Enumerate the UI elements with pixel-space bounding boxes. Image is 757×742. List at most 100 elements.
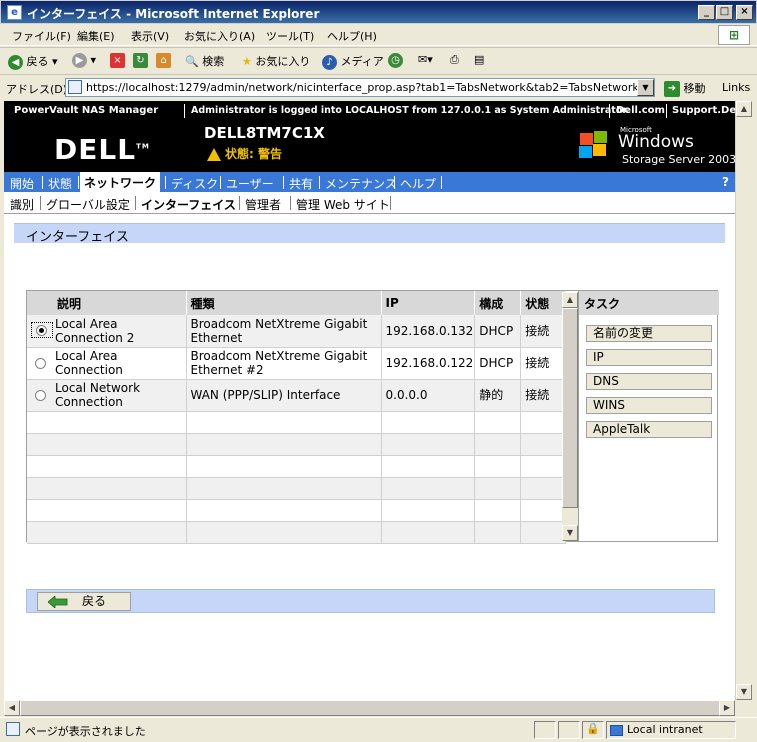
- home-button[interactable]: ⌂: [156, 53, 171, 68]
- history-icon: ◷: [388, 53, 403, 68]
- address-input[interactable]: https://localhost:1279/admin/network/nic…: [65, 78, 655, 97]
- row-radio-wrap: [31, 388, 53, 402]
- nav-maintenance[interactable]: メンテナンス: [325, 175, 397, 192]
- subnav-administrators[interactable]: 管理者: [245, 196, 281, 213]
- dell-logo-text: DELL: [54, 133, 137, 166]
- window-title: インターフェイス - Microsoft Internet Explorer: [27, 7, 320, 21]
- address-url: https://localhost:1279/admin/network/nic…: [86, 81, 655, 94]
- address-label: アドレス(D): [6, 83, 68, 96]
- row-state: 接続: [520, 379, 567, 412]
- task-rename-button[interactable]: 名前の変更: [586, 325, 712, 342]
- row-radio[interactable]: [35, 357, 46, 369]
- media-icon: ♪: [322, 54, 337, 70]
- media-label: メディア: [340, 55, 384, 68]
- maximize-button[interactable]: □: [716, 5, 733, 20]
- scroll-down-arrow-icon[interactable]: ▼: [562, 525, 578, 541]
- page-done-icon: [6, 722, 20, 736]
- forward-toolbar-button[interactable]: ▶ ▾: [72, 53, 96, 68]
- table-row[interactable]: Local Area Connection Broadcom NetXtreme …: [27, 347, 567, 380]
- page-vertical-scrollbar[interactable]: ▲ ▼: [735, 101, 752, 700]
- main-nav: 開始 状態 ネットワーク ディスク ユーザー 共有 メンテナンス ヘルプ ?: [4, 172, 735, 192]
- status-warning[interactable]: 状態: 警告: [207, 145, 282, 162]
- back-toolbar-button[interactable]: ◀ 戻る ▾: [8, 53, 58, 70]
- subnav-interfaces[interactable]: インターフェイス: [141, 196, 236, 213]
- page-scroll-up-icon[interactable]: ▲: [736, 101, 752, 117]
- media-button[interactable]: ♪ メディア: [322, 53, 384, 70]
- row-description: Local Network Connection: [55, 381, 140, 409]
- empty-row: [27, 477, 567, 500]
- page-hscroll-thumb[interactable]: [20, 700, 720, 716]
- nav-network[interactable]: ネットワーク: [80, 172, 161, 192]
- menu-edit[interactable]: 編集(E): [77, 28, 115, 44]
- sub-nav: 識別 グローバル設定 インターフェイス 管理者 管理 Web サイト: [4, 192, 735, 214]
- dell-com-link[interactable]: Dell.com: [616, 105, 665, 116]
- back-label: 戻る: [26, 55, 49, 68]
- task-ip-button[interactable]: IP: [586, 349, 712, 366]
- row-config: DHCP: [474, 347, 522, 380]
- address-bar: アドレス(D) https://localhost:1279/admin/net…: [0, 76, 757, 100]
- table-scrollbar[interactable]: ▲ ▼: [562, 292, 578, 541]
- back-button-label: 戻る: [82, 594, 107, 608]
- support-link[interactable]: Support.Dell.: [672, 105, 735, 116]
- task-dns-button[interactable]: DNS: [586, 373, 712, 390]
- row-type-line2: Ethernet #2: [190, 363, 264, 377]
- subnav-global-settings[interactable]: グローバル設定: [46, 196, 130, 213]
- menu-help[interactable]: ヘルプ(H): [327, 28, 377, 44]
- page-scroll-left-icon[interactable]: ◀: [4, 700, 20, 716]
- table-row[interactable]: Local Area Connection 2 Broadcom NetXtrem…: [27, 315, 567, 348]
- row-radio-selected[interactable]: [36, 325, 47, 337]
- back-button[interactable]: 戻る: [37, 592, 131, 611]
- favorites-button[interactable]: ★ お気に入り: [242, 53, 310, 69]
- page-scroll-right-icon[interactable]: ▶: [719, 700, 735, 716]
- refresh-button[interactable]: ↻: [133, 53, 148, 68]
- favorites-label: お気に入り: [255, 55, 311, 68]
- close-button[interactable]: ×: [736, 5, 753, 20]
- stop-button[interactable]: ×: [110, 53, 125, 68]
- page-scroll-down-icon[interactable]: ▼: [736, 684, 752, 700]
- nav-start[interactable]: 開始: [10, 175, 34, 192]
- task-wins-button[interactable]: WINS: [586, 397, 712, 414]
- row-desc-line1: Local Network: [55, 381, 141, 395]
- go-button[interactable]: ➜ 移動: [664, 80, 706, 97]
- row-config: DHCP: [474, 315, 522, 348]
- mail-button[interactable]: ✉▾: [418, 53, 433, 66]
- col-config: 構成: [474, 291, 522, 315]
- table-row[interactable]: Local Network Connection WAN (PPP/SLIP) I…: [27, 379, 567, 412]
- toolbar: ◀ 戻る ▾ ▶ ▾ × ↻ ⌂ 🔍 検索 ★ お気に入り ♪ メディア ◷ ✉…: [0, 47, 757, 75]
- edit-button[interactable]: ▤: [474, 53, 484, 66]
- menu-file[interactable]: ファイル(F): [12, 28, 71, 44]
- col-type: 種類: [186, 291, 382, 315]
- nav-disk[interactable]: ディスク: [171, 175, 218, 192]
- row-state: 接続: [520, 315, 567, 348]
- task-appletalk-button[interactable]: AppleTalk: [586, 421, 712, 438]
- menu-favorites[interactable]: お気に入り(A): [184, 28, 255, 44]
- minimize-button[interactable]: _: [698, 5, 715, 20]
- menu-tools[interactable]: ツール(T): [266, 28, 314, 44]
- zone-label: Local intranet: [627, 723, 703, 736]
- row-type-line2: Ethernet: [190, 330, 243, 345]
- print-icon: ⎙: [450, 53, 459, 66]
- menu-view[interactable]: 表示(V): [131, 28, 169, 44]
- nav-users[interactable]: ユーザー: [226, 175, 274, 192]
- history-button[interactable]: ◷: [388, 53, 403, 68]
- nav-status[interactable]: 状態: [48, 175, 72, 192]
- help-question-icon[interactable]: ?: [722, 175, 729, 189]
- row-radio[interactable]: [35, 389, 46, 401]
- links-button[interactable]: Links: [722, 81, 750, 94]
- nav-shares[interactable]: 共有: [289, 175, 313, 192]
- search-button[interactable]: 🔍 検索: [185, 53, 224, 69]
- table-scroll-thumb[interactable]: [562, 308, 578, 508]
- scroll-up-arrow-icon[interactable]: ▲: [562, 292, 578, 308]
- row-desc-line2: Connection: [55, 395, 123, 409]
- subnav-admin-website[interactable]: 管理 Web サイト: [296, 196, 390, 213]
- edit-icon: ▤: [474, 53, 485, 66]
- subnav-identification[interactable]: 識別: [10, 196, 34, 213]
- nav-help[interactable]: ヘルプ: [400, 175, 436, 192]
- page-horizontal-scrollbar[interactable]: ◀ ▶: [4, 700, 735, 716]
- print-button[interactable]: ⎙: [450, 53, 459, 67]
- address-dropdown[interactable]: ▼: [637, 79, 654, 96]
- col-description: 説明: [27, 291, 187, 315]
- row-type-line1: Broadcom NetXtreme Gigabit: [190, 316, 368, 331]
- status-text: 状態: 警告: [225, 147, 282, 161]
- page-title: インターフェイス: [14, 223, 725, 245]
